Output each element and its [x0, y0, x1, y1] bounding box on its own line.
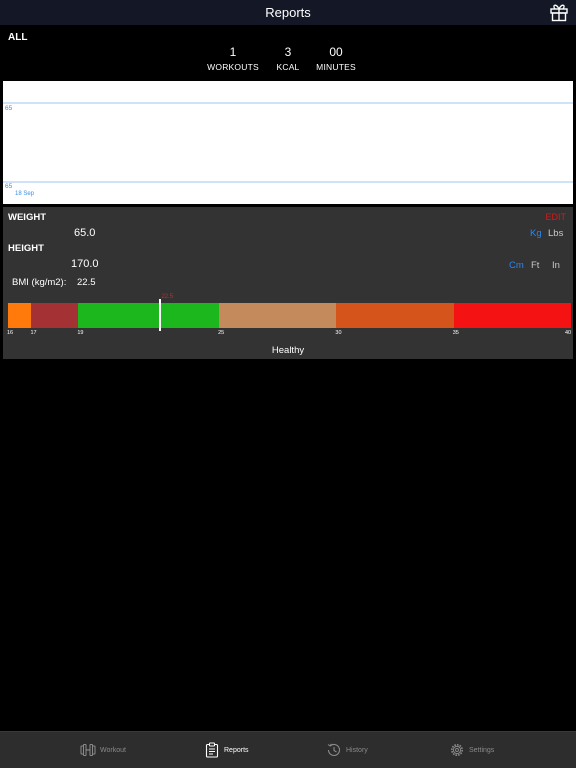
tab-settings[interactable]: Settings	[449, 739, 494, 761]
bmi-value: 22.5	[77, 277, 96, 288]
bmi-tick-label: 19	[77, 330, 84, 336]
bmi-tick-label: 30	[335, 330, 342, 336]
body-stats-panel: WEIGHT EDIT 65.0 Kg Lbs HEIGHT 170.0 Cm …	[3, 207, 573, 359]
chart-grid-label-bottom: 65	[5, 183, 13, 190]
unit-kg-toggle[interactable]: Kg	[530, 228, 542, 239]
bmi-tick-label: 16	[7, 330, 14, 336]
filter-all-label[interactable]: ALL	[8, 32, 27, 43]
dumbbell-icon	[80, 744, 96, 756]
minutes-label: MINUTES	[316, 62, 356, 72]
unit-cm-toggle[interactable]: Cm	[509, 260, 524, 271]
tab-workout[interactable]: Workout	[80, 739, 126, 761]
bmi-segment	[219, 303, 337, 328]
bmi-tick-label: 25	[218, 330, 225, 336]
tab-reports[interactable]: Reports	[204, 739, 249, 761]
gift-icon[interactable]	[549, 2, 569, 22]
weight-label: WEIGHT	[8, 212, 46, 223]
tab-settings-label: Settings	[469, 746, 495, 754]
tab-reports-label: Reports	[224, 746, 249, 754]
bmi-tick-label: 40	[565, 330, 572, 336]
weight-value: 65.0	[74, 227, 96, 239]
tab-history-label: History	[346, 746, 368, 754]
navigation-bar: Reports	[0, 0, 576, 25]
clipboard-icon	[205, 742, 219, 758]
unit-lbs-toggle[interactable]: Lbs	[548, 228, 563, 239]
weight-chart[interactable]: 65 65 18 Sep	[3, 81, 573, 204]
tab-bar: Workout Reports History Settings	[0, 731, 576, 768]
height-label: HEIGHT	[8, 243, 44, 254]
edit-button[interactable]: EDIT	[545, 212, 566, 222]
tab-workout-label: Workout	[100, 746, 126, 754]
bmi-marker-label: 22.5	[161, 294, 174, 300]
bmi-tick-label: 35	[452, 330, 459, 336]
bmi-segment	[78, 303, 220, 328]
history-icon	[327, 743, 341, 756]
bmi-tick-label: 17	[30, 330, 37, 336]
bmi-segment	[31, 303, 79, 328]
stat-minutes: 00 MINUTES	[301, 44, 371, 72]
tab-history[interactable]: History	[326, 739, 368, 761]
chart-grid-label-top: 65	[5, 105, 13, 112]
weight-chart-svg: 65 65 18 Sep	[3, 102, 573, 197]
bmi-marker	[159, 299, 162, 331]
bmi-status: Healthy	[271, 345, 305, 356]
unit-ft-toggle[interactable]: Ft	[531, 260, 539, 271]
height-value: 170.0	[71, 258, 99, 270]
bmi-label: BMI (kg/m2):	[12, 277, 67, 288]
unit-in-toggle[interactable]: In	[552, 260, 560, 271]
bmi-segment	[336, 303, 454, 328]
gear-icon	[451, 744, 463, 756]
bmi-scale-bar	[8, 303, 571, 328]
bmi-segment	[453, 303, 571, 328]
page-title: Reports	[265, 5, 311, 20]
bmi-segment	[8, 303, 32, 328]
chart-x-label: 18 Sep	[15, 191, 35, 197]
minutes-count: 00	[329, 45, 343, 59]
